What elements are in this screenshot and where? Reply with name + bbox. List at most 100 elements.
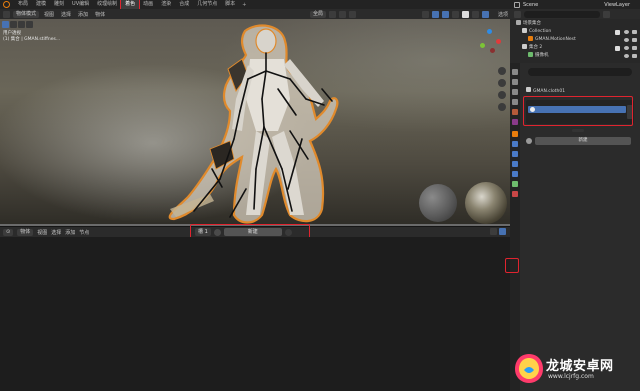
- tab-rendering[interactable]: 渲染: [157, 0, 175, 9]
- tab-scripting[interactable]: 脚本: [221, 0, 239, 9]
- axis-neg-x-icon[interactable]: [490, 48, 495, 53]
- scene-icon[interactable]: [514, 1, 520, 8]
- editor-type-dropdown[interactable]: ⊙: [3, 228, 14, 236]
- visibility-icon[interactable]: [421, 10, 429, 18]
- camera-icon[interactable]: [632, 30, 637, 34]
- tab-geometry-nodes[interactable]: 几何节点: [193, 0, 221, 9]
- matcap-preview-sphere: [419, 184, 457, 222]
- particles-tab-icon[interactable]: [512, 151, 518, 157]
- outliner-row-gman[interactable]: GMAN.MotionNest: [510, 36, 640, 44]
- shader-type-dropdown[interactable]: 物体: [17, 228, 34, 236]
- tool-tab-icon[interactable]: [512, 69, 518, 75]
- menu-view[interactable]: 视图: [37, 229, 47, 236]
- select-circle-icon[interactable]: [18, 21, 25, 28]
- 3d-viewport[interactable]: 用户透视 (1) 集合 | GMAN.stiffnes...: [0, 19, 510, 226]
- shading-rendered-icon[interactable]: [481, 10, 489, 18]
- transform-orientation-dropdown[interactable]: 全局: [309, 10, 326, 18]
- slot-dropdown[interactable]: 槽 1: [195, 228, 211, 236]
- pan-icon[interactable]: [498, 79, 506, 87]
- eye-icon[interactable]: [624, 38, 629, 42]
- tab-shading[interactable]: 着色: [120, 0, 141, 10]
- watermark-title: 龙城安卓网: [546, 359, 614, 374]
- output-tab-icon[interactable]: [512, 89, 518, 95]
- display-mode-icon[interactable]: [514, 10, 521, 18]
- overlay-icon[interactable]: [490, 228, 497, 235]
- slot-list-resize-handle[interactable]: [572, 129, 584, 132]
- modifier-tab-icon[interactable]: [512, 141, 518, 147]
- camera-icon[interactable]: [632, 54, 637, 58]
- menu-view[interactable]: 视图: [42, 11, 56, 18]
- render-tab-icon[interactable]: [512, 79, 518, 85]
- material-browse-icon[interactable]: [213, 228, 221, 236]
- tab-modeling[interactable]: 建模: [32, 0, 50, 9]
- blender-logo-icon[interactable]: [3, 1, 10, 8]
- axis-x-icon[interactable]: [496, 39, 501, 44]
- tab-compositing[interactable]: 合成: [175, 0, 193, 9]
- overlay-toggle-icon[interactable]: [441, 10, 449, 18]
- editor-type-icon[interactable]: [3, 10, 10, 18]
- select-tool-icon[interactable]: [2, 21, 9, 28]
- tab-layout[interactable]: 布局: [14, 0, 32, 9]
- checkbox-icon[interactable]: [615, 45, 620, 51]
- camera-icon[interactable]: [632, 46, 637, 50]
- xray-icon[interactable]: [451, 10, 459, 18]
- menu-select[interactable]: 选择: [51, 229, 61, 236]
- view-layer-tab-icon[interactable]: [512, 99, 518, 105]
- outliner-row-collection-2[interactable]: 集合 2: [510, 44, 640, 52]
- axis-z-icon[interactable]: [487, 29, 492, 34]
- tool-strip: [2, 21, 33, 28]
- eye-icon[interactable]: [624, 46, 629, 50]
- select-box-icon[interactable]: [10, 21, 17, 28]
- menu-node[interactable]: 节点: [79, 229, 89, 236]
- sidebar-toggle-icon[interactable]: [499, 228, 506, 235]
- menu-object[interactable]: 物体: [93, 11, 107, 18]
- options-dropdown[interactable]: 选项: [496, 11, 510, 18]
- material-browse-icon[interactable]: [526, 138, 532, 144]
- navigation-gizmo[interactable]: [478, 29, 502, 53]
- outliner-row-camera[interactable]: 摄像机: [510, 52, 640, 60]
- constraints-tab-icon[interactable]: [512, 171, 518, 177]
- physics-tab-icon[interactable]: [512, 161, 518, 167]
- checkbox-icon[interactable]: [615, 29, 620, 35]
- tab-sculpting[interactable]: 雕刻: [50, 0, 68, 9]
- scene-name[interactable]: Scene: [523, 2, 538, 8]
- tab-texture-paint[interactable]: 纹理绘制: [93, 0, 121, 9]
- perspective-toggle-icon[interactable]: [498, 103, 506, 111]
- outliner-row-scene-collection[interactable]: 场景集合: [510, 20, 640, 28]
- mode-dropdown[interactable]: 物体模式: [13, 10, 40, 18]
- data-tab-icon[interactable]: [512, 181, 518, 187]
- proportional-edit-icon[interactable]: [348, 10, 356, 18]
- gizmo-toggle-icon[interactable]: [431, 10, 439, 18]
- pin-icon[interactable]: [284, 228, 292, 236]
- menu-add[interactable]: 添加: [65, 229, 75, 236]
- eye-icon[interactable]: [624, 30, 629, 34]
- properties-search-input[interactable]: [528, 68, 632, 76]
- shading-material-icon[interactable]: [471, 10, 479, 18]
- outliner-search-input[interactable]: [524, 10, 600, 18]
- view-layer-name[interactable]: ViewLayer: [604, 2, 630, 8]
- character-model[interactable]: [150, 19, 380, 226]
- world-tab-icon[interactable]: [512, 119, 518, 125]
- tab-uv-editing[interactable]: UV编辑: [68, 0, 93, 9]
- tab-animation[interactable]: 动画: [139, 0, 157, 9]
- new-material-button[interactable]: 新建: [223, 228, 282, 236]
- new-material-button[interactable]: 新建: [535, 137, 631, 145]
- material-tab-icon[interactable]: [512, 191, 518, 197]
- scene-tab-icon[interactable]: [512, 109, 518, 115]
- zoom-icon[interactable]: [498, 67, 506, 75]
- select-lasso-icon[interactable]: [26, 21, 33, 28]
- outliner-row-collection[interactable]: Collection: [510, 28, 640, 36]
- menu-add[interactable]: 添加: [76, 11, 90, 18]
- snap-icon[interactable]: [338, 10, 346, 18]
- add-workspace-button[interactable]: +: [242, 2, 246, 8]
- camera-icon[interactable]: [632, 38, 637, 42]
- eye-icon[interactable]: [624, 54, 629, 58]
- shading-solid-icon[interactable]: [461, 10, 469, 18]
- axis-y-icon[interactable]: [480, 43, 485, 48]
- object-tab-icon[interactable]: [512, 131, 518, 137]
- camera-view-icon[interactable]: [498, 91, 506, 99]
- pivot-icon[interactable]: [328, 10, 336, 18]
- filter-icon[interactable]: [603, 10, 610, 18]
- shader-node-canvas[interactable]: [0, 237, 510, 391]
- menu-select[interactable]: 选择: [59, 11, 73, 18]
